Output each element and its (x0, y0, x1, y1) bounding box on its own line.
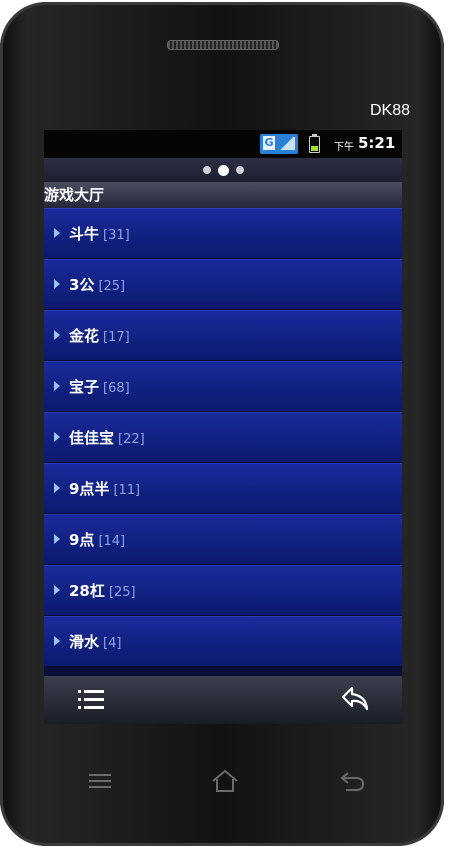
item-label: 佳佳宝 (69, 429, 115, 447)
arrow-right-icon (54, 228, 60, 238)
item-label: 9点半 (69, 480, 110, 498)
game-list: 斗牛 [31] 3公 [25] 金花 [17] 宝子 [68] 佳佳宝 [22] 9点半[… (44, 208, 402, 692)
item-count: [68] (103, 381, 130, 396)
item-label: 9点 (69, 531, 95, 549)
arrow-right-icon (54, 585, 60, 595)
bottom-toolbar (44, 676, 402, 724)
item-count: [17] (103, 330, 130, 345)
network-type-label: G (263, 136, 275, 150)
home-key-icon[interactable] (210, 768, 240, 794)
earpiece-speaker (167, 40, 279, 50)
list-item[interactable]: 9点 [14] (44, 514, 402, 564)
page-indicator[interactable] (44, 158, 402, 182)
back-key-icon[interactable] (338, 768, 368, 794)
page-dot-2-active[interactable] (217, 164, 229, 176)
list-icon[interactable] (78, 690, 104, 710)
item-count: [4] (103, 636, 122, 651)
list-item[interactable]: 28杠 [25] (44, 565, 402, 615)
signal-bars-icon (279, 137, 295, 150)
item-count: [25] (108, 585, 136, 600)
list-item[interactable]: 3公 [25] (44, 259, 402, 309)
item-count: [11] (113, 483, 141, 498)
arrow-right-icon (54, 279, 60, 289)
list-item[interactable]: 金花 [17] (44, 310, 402, 360)
item-label: 3公 (69, 276, 95, 294)
clock-time: 5:21 (358, 134, 396, 152)
device-brand: DK88 (369, 102, 410, 119)
clock-ampm: 下午 (334, 142, 354, 153)
arrow-right-icon (54, 330, 60, 340)
item-label: 28杠 (69, 582, 105, 600)
item-label: 金花 (69, 327, 100, 345)
list-item[interactable]: 佳佳宝 [22] (44, 412, 402, 462)
page-title: 游戏大厅 (44, 182, 402, 208)
menu-key-icon[interactable] (89, 772, 111, 790)
arrow-right-icon (54, 636, 60, 646)
signal-icon: G (260, 134, 298, 154)
hardware-keys (0, 766, 444, 798)
screen: G 下午 5:21 游戏大厅 斗牛 [31] 3公 [25] 金花 [17] 宝子 [6… (44, 130, 402, 724)
phone-frame: DK88 G 下午 5:21 游戏大厅 斗牛 [31] 3公 [25] 金花 [17]… (0, 2, 444, 846)
list-item[interactable]: 9点半 [11] (44, 463, 402, 513)
list-item[interactable]: 斗牛 [31] (44, 208, 402, 258)
status-bar: G 下午 5:21 (44, 130, 402, 158)
arrow-right-icon (54, 432, 60, 442)
list-item[interactable]: 滑水 [4] (44, 616, 402, 666)
arrow-right-icon (54, 534, 60, 544)
arrow-right-icon (54, 483, 60, 493)
back-arrow-icon[interactable] (340, 684, 372, 714)
list-item[interactable]: 宝子 [68] (44, 361, 402, 411)
item-count: [14] (98, 534, 126, 549)
item-count: [22] (118, 432, 145, 447)
battery-icon (309, 134, 320, 153)
item-count: [25] (98, 279, 126, 294)
item-label: 宝子 (69, 378, 100, 396)
page-dot-1[interactable] (202, 166, 211, 174)
item-label: 滑水 (69, 633, 100, 651)
page-dot-3[interactable] (235, 166, 244, 174)
item-label: 斗牛 (69, 225, 100, 243)
item-count: [31] (103, 228, 130, 243)
arrow-right-icon (54, 381, 60, 391)
